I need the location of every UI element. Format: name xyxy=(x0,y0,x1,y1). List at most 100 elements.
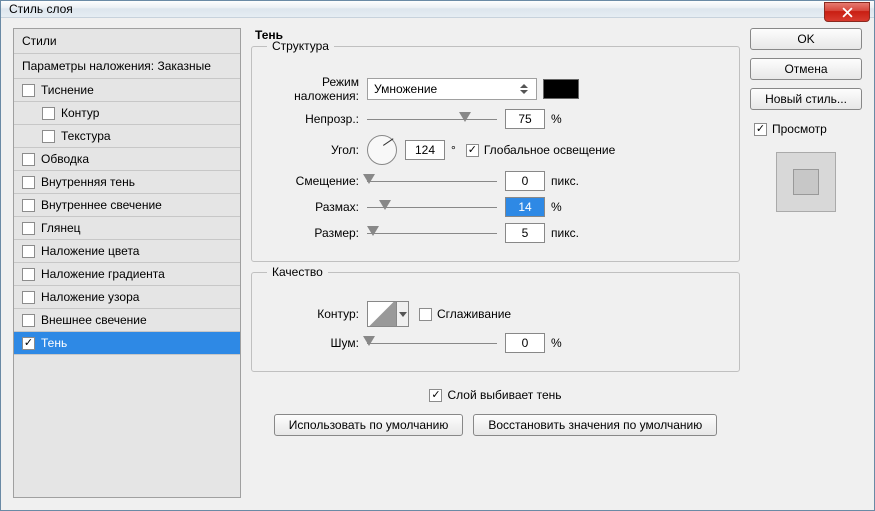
size-input[interactable] xyxy=(505,223,545,243)
sidebar-item-label: Тиснение xyxy=(41,83,94,97)
sidebar-item-5[interactable]: Внутреннее свечение xyxy=(14,194,240,217)
checkbox-icon xyxy=(22,314,35,327)
sidebar-item-label: Внутренняя тень xyxy=(41,175,135,189)
reset-default-button[interactable]: Восстановить значения по умолчанию xyxy=(473,414,717,436)
blend-mode-select[interactable]: Умножение xyxy=(367,78,537,100)
new-style-button[interactable]: Новый стиль... xyxy=(750,88,862,110)
layer-style-dialog: Стиль слоя Стили Параметры наложения: За… xyxy=(0,0,875,511)
contour-dropdown[interactable] xyxy=(397,301,409,327)
sidebar-item-label: Контур xyxy=(61,106,99,120)
contour-label: Контур: xyxy=(262,307,367,321)
knockout-checkbox[interactable]: Слой выбивает тень xyxy=(429,388,561,402)
noise-input[interactable] xyxy=(505,333,545,353)
chevron-updown-icon xyxy=(518,84,530,94)
global-light-label: Глобальное освещение xyxy=(484,143,615,157)
sidebar-item-8[interactable]: Наложение градиента xyxy=(14,263,240,286)
shadow-color-swatch[interactable] xyxy=(543,79,579,99)
checkbox-icon xyxy=(42,107,55,120)
opacity-slider[interactable] xyxy=(367,110,497,128)
checkbox-icon xyxy=(22,245,35,258)
checkbox-icon xyxy=(22,153,35,166)
angle-unit: ° xyxy=(451,143,456,157)
checkbox-icon xyxy=(419,308,432,321)
titlebar: Стиль слоя xyxy=(1,1,874,18)
checkbox-icon xyxy=(22,268,35,281)
sidebar-item-10[interactable]: Внешнее свечение xyxy=(14,309,240,332)
right-panel: OK Отмена Новый стиль... Просмотр xyxy=(750,28,862,498)
sidebar-item-6[interactable]: Глянец xyxy=(14,217,240,240)
make-default-button[interactable]: Использовать по умолчанию xyxy=(274,414,464,436)
knockout-label: Слой выбивает тень xyxy=(447,388,561,402)
distance-unit: пикс. xyxy=(551,174,579,188)
preview-checkbox[interactable]: Просмотр xyxy=(754,122,862,136)
sidebar-item-9[interactable]: Наложение узора xyxy=(14,286,240,309)
close-button[interactable] xyxy=(824,2,870,22)
preview-swatch xyxy=(776,152,836,212)
checkbox-icon xyxy=(429,389,442,402)
distance-label: Смещение: xyxy=(262,174,367,188)
structure-title: Структура xyxy=(267,39,334,53)
noise-label: Шум: xyxy=(262,336,367,350)
sidebar-item-11[interactable]: Тень xyxy=(14,332,240,355)
sidebar-item-7[interactable]: Наложение цвета xyxy=(14,240,240,263)
quality-group: Качество Контур: Сглаживание Шум: xyxy=(251,272,740,372)
noise-slider[interactable] xyxy=(367,334,497,352)
ok-button[interactable]: OK xyxy=(750,28,862,50)
sidebar-header[interactable]: Стили xyxy=(14,29,240,54)
sidebar-item-4[interactable]: Внутренняя тень xyxy=(14,171,240,194)
sidebar-subheader[interactable]: Параметры наложения: Заказные xyxy=(14,54,240,79)
preview-label: Просмотр xyxy=(772,122,827,136)
sidebar-item-label: Глянец xyxy=(41,221,81,235)
blend-mode-value: Умножение xyxy=(374,82,437,96)
structure-group: Структура Режим наложения: Умножение Неп… xyxy=(251,46,740,262)
close-icon xyxy=(842,7,853,18)
distance-slider[interactable] xyxy=(367,172,497,190)
sidebar-item-label: Тень xyxy=(41,336,67,350)
antialias-label: Сглаживание xyxy=(437,307,511,321)
sidebar-item-label: Внешнее свечение xyxy=(41,313,147,327)
checkbox-icon xyxy=(22,222,35,235)
sidebar-item-label: Обводка xyxy=(41,152,89,166)
noise-unit: % xyxy=(551,336,562,350)
angle-dial[interactable] xyxy=(367,135,397,165)
main-panel: Тень Структура Режим наложения: Умножени… xyxy=(251,28,740,498)
spread-label: Размах: xyxy=(262,200,367,214)
checkbox-icon xyxy=(22,84,35,97)
checkbox-icon xyxy=(42,130,55,143)
distance-input[interactable] xyxy=(505,171,545,191)
angle-label: Угол: xyxy=(262,143,367,157)
opacity-label: Непрозр.: xyxy=(262,112,367,126)
sidebar-item-label: Наложение узора xyxy=(41,290,139,304)
spread-slider[interactable] xyxy=(367,198,497,216)
angle-input[interactable] xyxy=(405,140,445,160)
sidebar-item-label: Наложение цвета xyxy=(41,244,139,258)
contour-swatch[interactable] xyxy=(367,301,397,327)
sidebar-item-0[interactable]: Тиснение xyxy=(14,79,240,102)
sidebar: Стили Параметры наложения: Заказные Тисн… xyxy=(13,28,241,498)
dialog-body: Стили Параметры наложения: Заказные Тисн… xyxy=(1,18,874,510)
sidebar-item-label: Текстура xyxy=(61,129,111,143)
global-light-checkbox[interactable]: Глобальное освещение xyxy=(466,143,615,157)
sidebar-item-2[interactable]: Текстура xyxy=(14,125,240,148)
checkbox-icon xyxy=(22,199,35,212)
checkbox-icon xyxy=(22,337,35,350)
checkbox-icon xyxy=(22,291,35,304)
sidebar-item-label: Наложение градиента xyxy=(41,267,165,281)
quality-title: Качество xyxy=(267,265,328,279)
spread-input[interactable] xyxy=(505,197,545,217)
size-unit: пикс. xyxy=(551,226,579,240)
opacity-input[interactable] xyxy=(505,109,545,129)
window-title: Стиль слоя xyxy=(9,2,73,16)
sidebar-item-label: Внутреннее свечение xyxy=(41,198,162,212)
cancel-button[interactable]: Отмена xyxy=(750,58,862,80)
antialias-checkbox[interactable]: Сглаживание xyxy=(419,307,511,321)
blend-mode-label: Режим наложения: xyxy=(262,75,367,103)
size-label: Размер: xyxy=(262,226,367,240)
sidebar-item-3[interactable]: Обводка xyxy=(14,148,240,171)
opacity-unit: % xyxy=(551,112,562,126)
size-slider[interactable] xyxy=(367,224,497,242)
sidebar-item-1[interactable]: Контур xyxy=(14,102,240,125)
checkbox-icon xyxy=(754,123,767,136)
spread-unit: % xyxy=(551,200,562,214)
checkbox-icon xyxy=(22,176,35,189)
